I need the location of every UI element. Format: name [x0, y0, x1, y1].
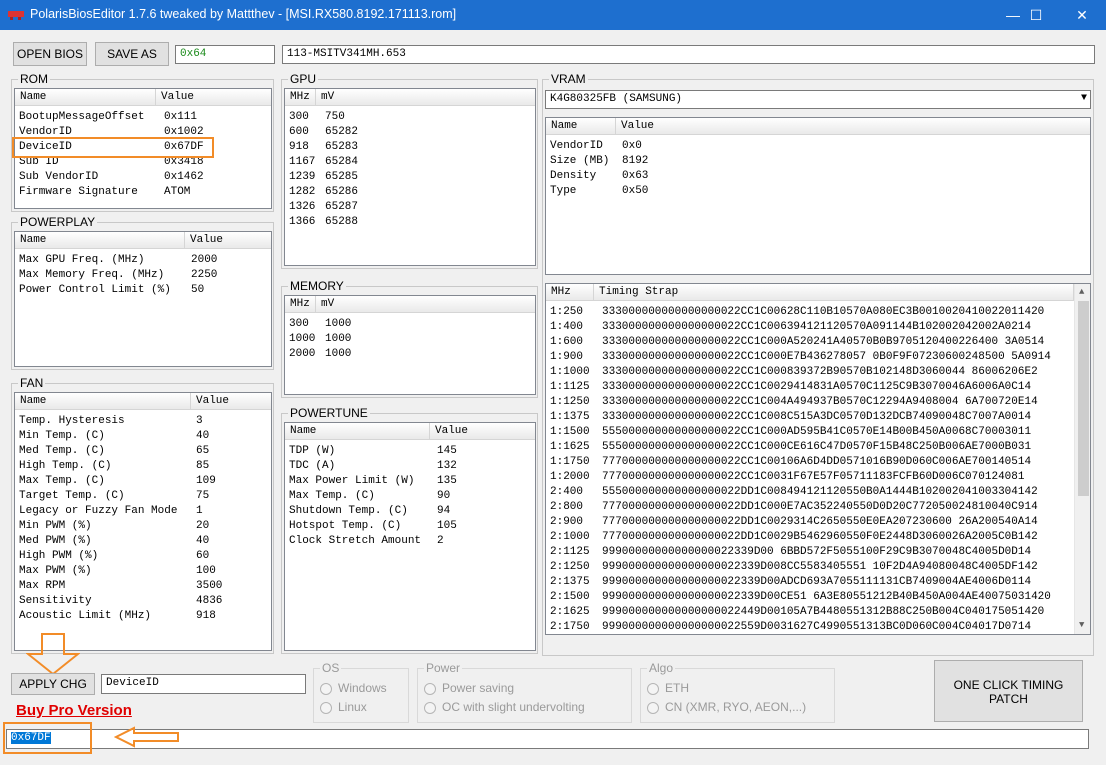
- memory-label: MEMORY: [288, 279, 346, 293]
- vertical-scrollbar[interactable]: ▲ ▼: [1074, 284, 1090, 634]
- algo-label: Algo: [647, 661, 676, 675]
- algo-eth-radio[interactable]: ETH: [647, 681, 689, 695]
- powertune-group: POWERTUNE Name Value TDP (W) 145 TDC (A) 1…: [281, 406, 538, 654]
- power-label: Power: [424, 661, 463, 675]
- vram-info-list[interactable]: Name Value VendorID 0x0 Size (MB) 8192 Den…: [545, 117, 1091, 275]
- timing-col-mhz[interactable]: MHz: [546, 284, 594, 301]
- radio-icon: [647, 682, 659, 695]
- memory-col-mhz[interactable]: MHz: [285, 296, 316, 313]
- vram-select[interactable]: K4G80325FB (SAMSUNG) ▼: [545, 90, 1091, 109]
- fan-col-value[interactable]: Value: [191, 393, 271, 410]
- scroll-up-icon[interactable]: ▲: [1079, 287, 1084, 297]
- os-label: OS: [320, 661, 342, 675]
- scroll-down-icon[interactable]: ▼: [1079, 620, 1084, 630]
- checksum-field[interactable]: 0x64: [175, 45, 275, 64]
- power-oc-radio[interactable]: OC with slight undervolting: [424, 700, 585, 714]
- gpu-col-mv[interactable]: mV: [316, 89, 535, 106]
- buy-pro-link[interactable]: Buy Pro Version: [16, 702, 132, 719]
- radio-icon: [424, 682, 436, 695]
- fan-group: FAN Name Value Temp. Hysteresis 3 Min Tem…: [11, 376, 274, 654]
- one-click-label-line2: PATCH: [989, 692, 1028, 706]
- memory-group: MEMORY MHz mV 300 1000 1000 1000 2000 1000: [281, 279, 538, 398]
- powerplay-list[interactable]: Name Value Max GPU Freq. (MHz) 2000 Max M…: [14, 231, 272, 367]
- powerplay-group: POWERPLAY Name Value Max GPU Freq. (MHz)…: [11, 215, 274, 370]
- radio-icon: [320, 701, 332, 714]
- powerplay-col-value[interactable]: Value: [185, 232, 271, 249]
- algo-cn-radio[interactable]: CN (XMR, RYO, AEON,...): [647, 700, 806, 714]
- vram-label: VRAM: [549, 72, 588, 86]
- gpu-col-mhz[interactable]: MHz: [285, 89, 316, 106]
- timing-strap-list[interactable]: MHz Timing Strap 1:250 333000000000000000…: [545, 283, 1091, 635]
- gpu-list[interactable]: MHz mV 300 750 600 65282 918 65283 1167 6528…: [284, 88, 536, 266]
- vram-col-value[interactable]: Value: [616, 118, 1090, 135]
- chevron-down-icon[interactable]: ▼: [1081, 93, 1087, 104]
- part-number-field[interactable]: 113-MSITV341MH.653: [282, 45, 1095, 64]
- power-saving-radio[interactable]: Power saving: [424, 681, 514, 695]
- arrow-down-icon: [26, 633, 80, 676]
- powerplay-col-name[interactable]: Name: [15, 232, 185, 249]
- scrollbar-thumb[interactable]: [1078, 301, 1089, 496]
- maximize-button[interactable]: ☐: [1013, 0, 1059, 30]
- powertune-col-value[interactable]: Value: [430, 423, 535, 440]
- close-button[interactable]: ✕: [1059, 0, 1105, 30]
- window-title: PolarisBiosEditor 1.7.6 tweaked by Mattt…: [30, 7, 457, 21]
- timing-rows: 1:250 333000000000000000022CC1C00628C110B…: [550, 306, 1051, 633]
- powertune-col-name[interactable]: Name: [285, 423, 430, 440]
- vram-group: VRAM K4G80325FB (SAMSUNG) ▼ Name Value V…: [542, 72, 1094, 656]
- powerplay-label: POWERPLAY: [18, 215, 98, 229]
- vram-select-value: K4G80325FB (SAMSUNG): [550, 93, 683, 105]
- rom-label: ROM: [18, 72, 50, 86]
- arrow-left-icon: [114, 726, 179, 748]
- powertune-label: POWERTUNE: [288, 406, 370, 420]
- algo-group: Algo ETH CN (XMR, RYO, AEON,...): [640, 661, 835, 723]
- timing-col-strap[interactable]: Timing Strap: [594, 284, 1074, 301]
- rom-col-value[interactable]: Value: [156, 89, 271, 106]
- os-windows-radio[interactable]: Windows: [320, 681, 387, 695]
- one-click-label-line1: ONE CLICK TIMING: [953, 678, 1064, 692]
- open-bios-button[interactable]: OPEN BIOS: [13, 42, 87, 66]
- gpu-label: GPU: [288, 72, 319, 86]
- fan-label: FAN: [18, 376, 46, 390]
- selected-name-field[interactable]: DeviceID: [101, 674, 306, 694]
- gpu-group: GPU MHz mV 300 750 600 65282 918 65283 1167…: [281, 72, 538, 269]
- fan-list[interactable]: Name Value Temp. Hysteresis 3 Min Temp. (…: [14, 392, 272, 651]
- radio-icon: [647, 701, 659, 714]
- memory-list[interactable]: MHz mV 300 1000 1000 1000 2000 1000: [284, 295, 536, 395]
- radio-icon: [424, 701, 436, 714]
- device-id-highlight: [12, 137, 214, 158]
- fan-col-name[interactable]: Name: [15, 393, 191, 410]
- os-linux-radio[interactable]: Linux: [320, 700, 367, 714]
- rom-col-name[interactable]: Name: [15, 89, 156, 106]
- app-icon: [8, 11, 24, 20]
- os-group: OS Windows Linux: [313, 661, 409, 723]
- memory-col-mv[interactable]: mV: [316, 296, 535, 313]
- powertune-list[interactable]: Name Value TDP (W) 145 TDC (A) 132 Max Pow…: [284, 422, 536, 651]
- save-as-button[interactable]: SAVE AS: [95, 42, 169, 66]
- one-click-timing-patch-button[interactable]: ONE CLICK TIMING PATCH: [934, 660, 1083, 722]
- apply-changes-button[interactable]: APPLY CHG: [11, 673, 95, 695]
- title-bar: PolarisBiosEditor 1.7.6 tweaked by Mattt…: [0, 0, 1106, 30]
- vram-col-name[interactable]: Name: [546, 118, 616, 135]
- radio-icon: [320, 682, 332, 695]
- value-highlight: [3, 722, 92, 754]
- power-group: Power Power saving OC with slight underv…: [417, 661, 632, 723]
